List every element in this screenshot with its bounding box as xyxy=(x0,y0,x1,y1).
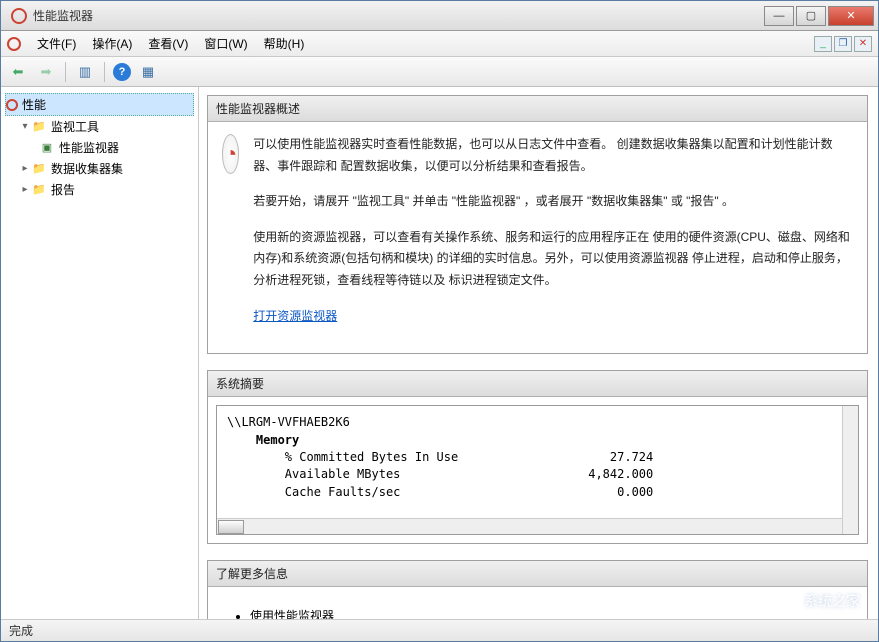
tree-mon-tools-label: 监视工具 xyxy=(51,118,99,135)
summary-text-box[interactable]: \\LRGM-VVFHAEB2K6 Memory % Committed Byt… xyxy=(216,405,859,535)
perf-root-icon xyxy=(6,99,18,111)
back-button[interactable]: ⬅ xyxy=(7,61,29,83)
row0-val: 27.724 xyxy=(610,450,653,464)
content-pane: 性能监视器概述 ◔ 可以使用性能监视器实时查看性能数据，也可以从日志文件中查看。… xyxy=(199,87,878,619)
properties-button[interactable]: ▦ xyxy=(137,61,159,83)
tree-data-collector-sets[interactable]: ▸ 📁 数据收集器集 xyxy=(5,158,194,179)
menu-file[interactable]: 文件(F) xyxy=(29,32,84,55)
overview-para-2: 若要开始，请展开 "监视工具" 并单击 "性能监视器" ，或者展开 "数据收集器… xyxy=(253,191,853,213)
overview-heading: 性能监视器概述 xyxy=(208,96,867,122)
summary-heading: 系统摘要 xyxy=(208,371,867,397)
window-titlebar: 性能监视器 — ▢ ✕ xyxy=(1,1,878,31)
maximize-button[interactable]: ▢ xyxy=(796,6,826,26)
menu-view[interactable]: 查看(V) xyxy=(140,32,196,55)
tree-performance-monitor[interactable]: ▣ 性能监视器 xyxy=(5,137,194,158)
status-text: 完成 xyxy=(9,622,33,639)
list-item: 使用性能监视器 xyxy=(250,607,853,619)
body-split: 性能 ▾ 📁 监视工具 ▣ 性能监视器 ▸ 📁 数据收集器集 ▸ 📁 报告 性能… xyxy=(1,87,878,619)
expand-icon[interactable]: ▸ xyxy=(19,184,31,195)
mdi-minimize-button[interactable]: _ xyxy=(814,36,832,52)
row1-val: 4,842.000 xyxy=(588,467,653,481)
show-hide-tree-button[interactable]: ▥ xyxy=(74,61,96,83)
mdi-close-button[interactable]: ✕ xyxy=(854,36,872,52)
menu-help[interactable]: 帮助(H) xyxy=(256,32,313,55)
forward-button[interactable]: ➡ xyxy=(35,61,57,83)
row2-val: 0.000 xyxy=(617,485,653,499)
more-heading: 了解更多信息 xyxy=(208,561,867,587)
tree-data-sets-label: 数据收集器集 xyxy=(51,160,123,177)
overview-icon: ◔ xyxy=(222,134,239,174)
expand-icon[interactable]: ▸ xyxy=(19,163,31,174)
app-icon-small xyxy=(7,37,21,51)
status-bar: 完成 xyxy=(1,619,878,641)
menu-action[interactable]: 操作(A) xyxy=(84,32,140,55)
toolbar: ⬅ ➡ ▥ ? ▦ xyxy=(1,57,878,87)
app-icon xyxy=(11,8,27,24)
open-resource-monitor-link[interactable]: 打开资源监视器 xyxy=(253,309,337,323)
tree-monitoring-tools[interactable]: ▾ 📁 监视工具 xyxy=(5,116,194,137)
folder-icon: 📁 xyxy=(31,182,47,198)
nav-tree: 性能 ▾ 📁 监视工具 ▣ 性能监视器 ▸ 📁 数据收集器集 ▸ 📁 报告 xyxy=(1,87,199,619)
folder-icon: 📁 xyxy=(31,119,47,135)
menubar: 文件(F) 操作(A) 查看(V) 窗口(W) 帮助(H) _ ❐ ✕ xyxy=(1,31,878,57)
system-summary-panel: 系统摘要 \\LRGM-VVFHAEB2K6 Memory % Committe… xyxy=(207,370,868,544)
horizontal-scrollbar[interactable] xyxy=(217,518,842,534)
summary-pre: \\LRGM-VVFHAEB2K6 Memory % Committed Byt… xyxy=(227,414,848,535)
close-button[interactable]: ✕ xyxy=(828,6,874,26)
vertical-scrollbar[interactable] xyxy=(842,406,858,534)
overview-panel: 性能监视器概述 ◔ 可以使用性能监视器实时查看性能数据，也可以从日志文件中查看。… xyxy=(207,95,868,354)
tree-reports[interactable]: ▸ 📁 报告 xyxy=(5,179,194,200)
menu-window[interactable]: 窗口(W) xyxy=(196,32,255,55)
overview-para-1: 可以使用性能监视器实时查看性能数据，也可以从日志文件中查看。 创建数据收集器集以… xyxy=(253,134,853,177)
collapse-icon[interactable]: ▾ xyxy=(19,121,31,132)
tree-root-performance[interactable]: 性能 xyxy=(5,93,194,116)
row2-label: Cache Faults/sec xyxy=(285,485,401,499)
row1-label: Available MBytes xyxy=(285,467,401,481)
tree-root-label: 性能 xyxy=(22,96,46,113)
scroll-thumb[interactable] xyxy=(218,520,244,534)
window-title: 性能监视器 xyxy=(33,7,93,24)
summary-mem-label: Memory xyxy=(256,433,299,447)
row0-label: % Committed Bytes In Use xyxy=(285,450,458,464)
monitor-icon: ▣ xyxy=(39,140,55,156)
minimize-button[interactable]: — xyxy=(764,6,794,26)
summary-host: \\LRGM-VVFHAEB2K6 xyxy=(227,415,350,429)
tree-perf-mon-label: 性能监视器 xyxy=(59,139,119,156)
folder-icon: 📁 xyxy=(31,161,47,177)
tree-reports-label: 报告 xyxy=(51,181,75,198)
mdi-restore-button[interactable]: ❐ xyxy=(834,36,852,52)
overview-para-3: 使用新的资源监视器，可以查看有关操作系统、服务和运行的应用程序正在 使用的硬件资… xyxy=(253,227,853,292)
learn-more-panel: 了解更多信息 使用性能监视器 使用性能监视器报告 xyxy=(207,560,868,619)
more-link-1[interactable]: 使用性能监视器 xyxy=(250,609,334,619)
help-button[interactable]: ? xyxy=(113,63,131,81)
